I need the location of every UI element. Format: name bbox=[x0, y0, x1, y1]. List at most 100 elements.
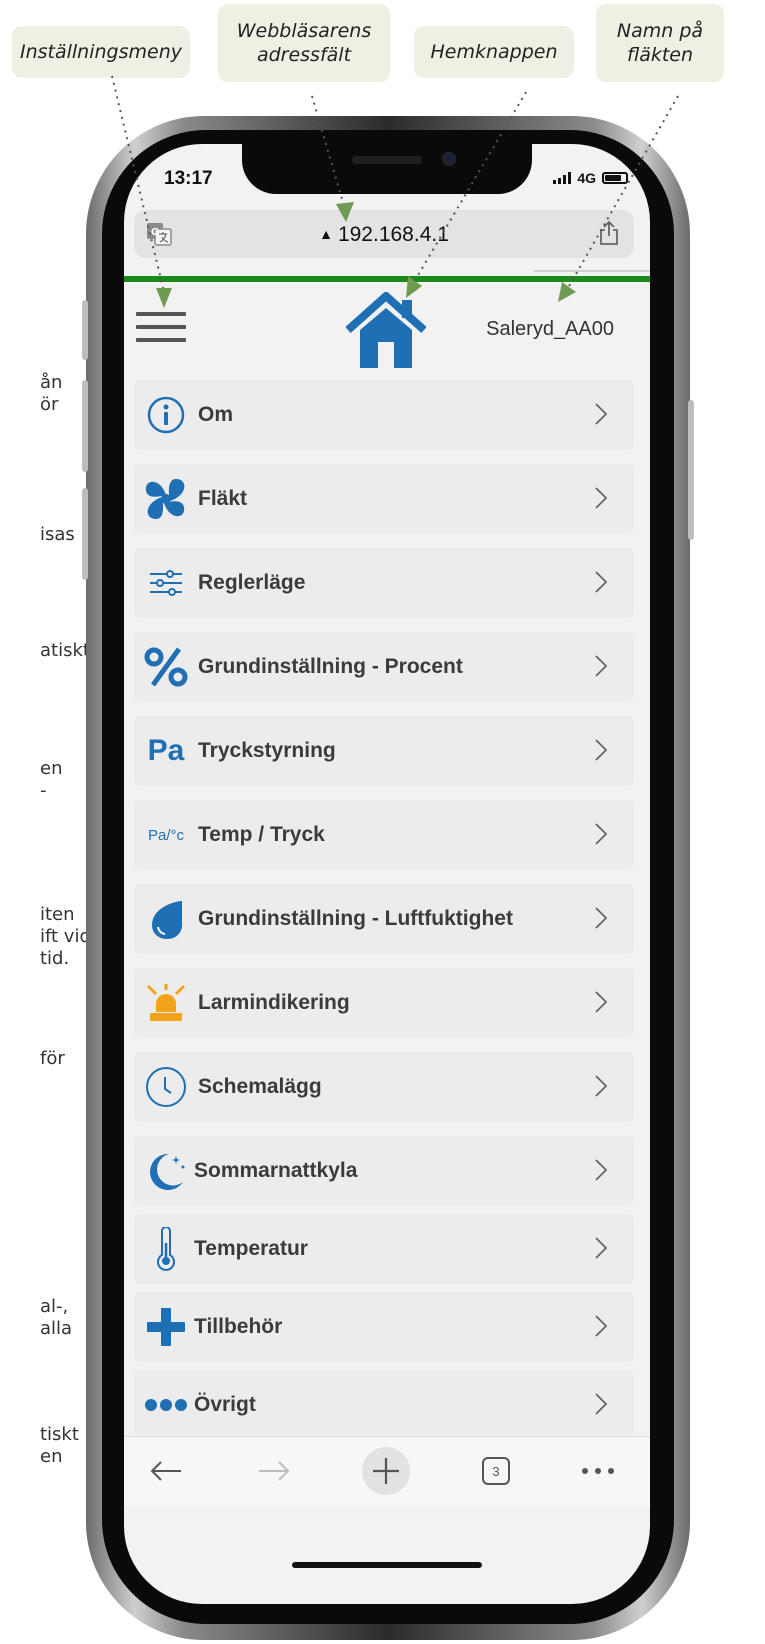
pressure-icon: Pa bbox=[140, 728, 192, 774]
chevron-right-icon bbox=[595, 739, 608, 761]
menu-item-ovrigt[interactable]: Övrigt bbox=[134, 1370, 634, 1440]
chevron-right-icon bbox=[595, 1315, 608, 1337]
phone-screen: 13:17 4G G ▲ 192.168.4.1 Saleryd_AA00 Om… bbox=[124, 144, 650, 1604]
speaker-grille bbox=[352, 156, 422, 164]
menu-item-schemalagg[interactable]: Schemalägg bbox=[134, 1052, 634, 1122]
volume-down-button bbox=[82, 488, 88, 580]
menu-item-label: Temp / Tryck bbox=[198, 823, 325, 846]
notch bbox=[242, 144, 532, 194]
temp-pressure-icon: Pa/°c bbox=[140, 812, 192, 858]
home-indicator bbox=[292, 1562, 482, 1568]
menu-item-sommarnattkyla[interactable]: Sommarnattkyla bbox=[134, 1136, 634, 1206]
chevron-right-icon bbox=[595, 1237, 608, 1259]
url-text[interactable]: ▲ 192.168.4.1 bbox=[134, 223, 634, 247]
menu-item-om[interactable]: Om bbox=[134, 380, 634, 450]
chevron-right-icon bbox=[595, 991, 608, 1013]
clock-icon bbox=[140, 1064, 192, 1110]
menu-item-label: Reglerläge bbox=[198, 571, 306, 594]
menu-item-label: Tryckstyrning bbox=[198, 739, 336, 762]
warning-triangle-icon: ▲ bbox=[319, 226, 333, 242]
hamburger-menu-icon[interactable] bbox=[136, 312, 186, 342]
callout-address-bar-line2: adressfält bbox=[256, 44, 352, 66]
more-options-icon[interactable] bbox=[576, 1453, 620, 1489]
menu-item-temperatur[interactable]: Temperatur bbox=[134, 1214, 634, 1284]
percent-icon bbox=[140, 644, 192, 690]
menu-item-label: Temperatur bbox=[194, 1237, 308, 1260]
plus-icon bbox=[140, 1304, 192, 1350]
power-button bbox=[688, 400, 694, 540]
menu-item-tryckstyrning[interactable]: Pa Tryckstyrning bbox=[134, 716, 634, 786]
menu-item-label: Tillbehör bbox=[194, 1315, 283, 1338]
margin-text-4: en - bbox=[40, 758, 63, 801]
chevron-right-icon bbox=[595, 403, 608, 425]
callout-settings-menu: Inställningsmeny bbox=[12, 26, 190, 78]
droplet-icon bbox=[140, 896, 192, 942]
menu-item-flakt[interactable]: Fläkt bbox=[134, 464, 634, 534]
callout-home-button: Hemknappen bbox=[414, 26, 574, 78]
more-dots-icon bbox=[140, 1382, 192, 1428]
menu-item-label: Om bbox=[198, 403, 234, 426]
browser-toolbar: 3 bbox=[124, 1436, 650, 1506]
chevron-right-icon bbox=[595, 1159, 608, 1181]
menu-item-grundinstallning-luftfuktighet[interactable]: Grundinställning - Luftfuktighet bbox=[134, 884, 634, 954]
chevron-right-icon bbox=[595, 655, 608, 677]
pressure-icon-text: Pa bbox=[147, 734, 185, 767]
volume-up-button bbox=[82, 380, 88, 472]
chevron-right-icon bbox=[595, 571, 608, 593]
menu-item-larmindikering[interactable]: Larmindikering bbox=[134, 968, 634, 1038]
forward-arrow-icon[interactable] bbox=[254, 1453, 294, 1489]
callout-fan-name: Namn på fläkten bbox=[596, 4, 724, 82]
sliders-icon bbox=[140, 560, 192, 606]
battery-fill bbox=[605, 175, 621, 181]
share-icon[interactable] bbox=[598, 220, 620, 246]
chevron-right-icon bbox=[595, 1393, 608, 1415]
browser-address-bar[interactable]: G ▲ 192.168.4.1 bbox=[134, 210, 634, 258]
info-icon bbox=[140, 392, 192, 438]
front-camera bbox=[442, 152, 456, 166]
back-arrow-icon[interactable] bbox=[146, 1453, 186, 1489]
margin-text-7: al-, alla bbox=[40, 1296, 73, 1339]
callout-address-bar: Webbläsarens adressfält bbox=[218, 4, 390, 82]
margin-text-1: ån ör bbox=[40, 372, 63, 415]
menu-item-label: Schemalägg bbox=[198, 1075, 322, 1098]
margin-text-8: tiskt en bbox=[40, 1424, 79, 1467]
menu-item-label: Sommarnattkyla bbox=[194, 1159, 358, 1182]
margin-text-3: atiskt bbox=[40, 640, 90, 661]
app-header: Saleryd_AA00 bbox=[124, 282, 650, 370]
chevron-right-icon bbox=[595, 907, 608, 929]
menu-item-temp-tryck[interactable]: Pa/°c Temp / Tryck bbox=[134, 800, 634, 870]
callout-settings-menu-text: Inställningsmeny bbox=[19, 41, 182, 63]
callout-home-button-text: Hemknappen bbox=[430, 41, 558, 63]
status-indicators: 4G bbox=[553, 170, 628, 186]
home-icon[interactable] bbox=[346, 292, 426, 370]
margin-text-6: för bbox=[40, 1048, 65, 1069]
fan-name-label: Saleryd_AA00 bbox=[486, 318, 614, 340]
chevron-right-icon bbox=[595, 823, 608, 845]
menu-item-label: Larmindikering bbox=[198, 991, 350, 1014]
tabs-count: 3 bbox=[482, 1457, 510, 1485]
thermometer-icon bbox=[140, 1226, 192, 1272]
margin-text-5: iten ift vid tid. bbox=[40, 904, 91, 969]
menu-item-tillbehor[interactable]: Tillbehör bbox=[134, 1292, 634, 1362]
signal-icon bbox=[553, 172, 572, 184]
new-tab-plus-icon[interactable] bbox=[362, 1447, 410, 1495]
menu-item-label: Fläkt bbox=[198, 487, 248, 510]
callout-fan-name-line2: fläkten bbox=[626, 44, 694, 66]
battery-icon bbox=[602, 172, 628, 184]
temp-pressure-icon-text: Pa/°c bbox=[147, 826, 184, 844]
menu-item-label: Övrigt bbox=[194, 1393, 256, 1416]
page-load-track bbox=[534, 270, 650, 272]
menu-item-reglerlage[interactable]: Reglerläge bbox=[134, 548, 634, 618]
moon-icon bbox=[140, 1148, 192, 1194]
chevron-right-icon bbox=[595, 1075, 608, 1097]
menu-item-grundinstallning-procent[interactable]: Grundinställning - Procent bbox=[134, 632, 634, 702]
margin-text-2: isas bbox=[40, 524, 75, 545]
callout-fan-name-line1: Namn på bbox=[616, 20, 704, 42]
fan-icon bbox=[140, 476, 192, 522]
callout-address-bar-line1: Webbläsarens bbox=[236, 20, 372, 42]
status-time: 13:17 bbox=[164, 168, 213, 189]
tabs-counter-button[interactable]: 3 bbox=[478, 1453, 514, 1489]
menu-item-label: Grundinställning - Procent bbox=[198, 655, 463, 678]
chevron-right-icon bbox=[595, 487, 608, 509]
menu-item-label: Grundinställning - Luftfuktighet bbox=[198, 907, 513, 930]
